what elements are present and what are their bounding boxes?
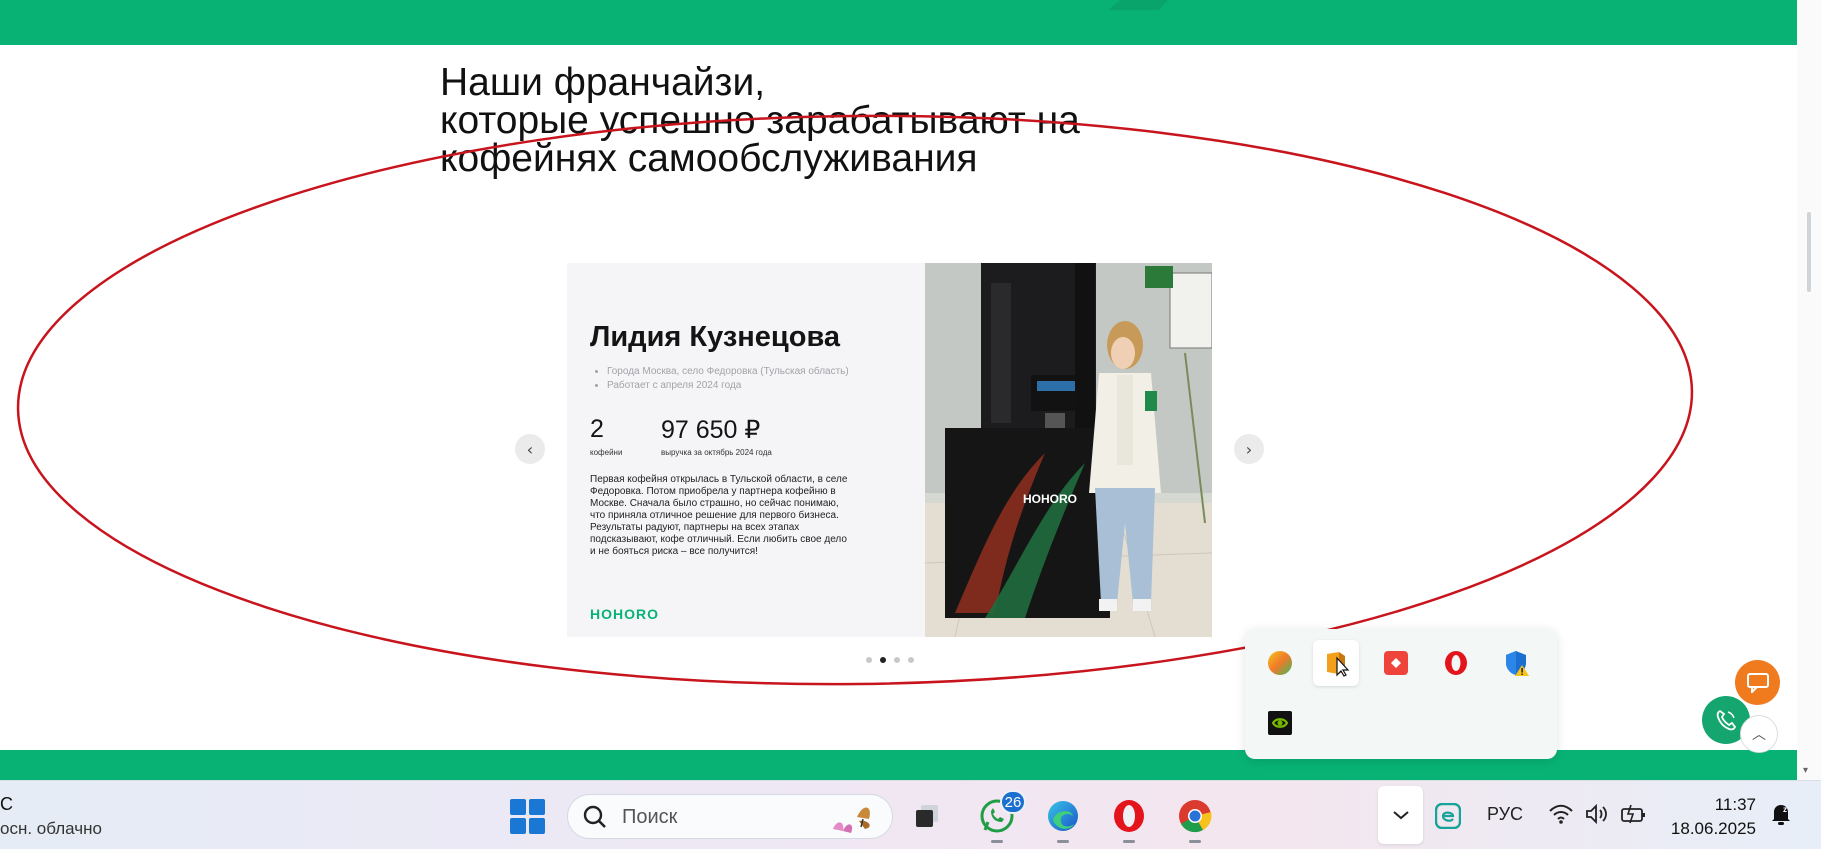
heading-line: которые успешно зарабатывают на	[440, 99, 1080, 142]
heading-line: Наши франчайзи,	[440, 61, 766, 104]
nvidia-icon[interactable]	[1257, 700, 1303, 746]
running-indicator	[991, 840, 1003, 843]
heading-line: кофейнях самообслуживания	[440, 137, 978, 180]
running-indicator	[1189, 840, 1201, 843]
carousel-prev-button[interactable]: ‹	[515, 434, 545, 464]
stat-cafes-value: 2	[590, 415, 604, 443]
detail-item: Работает с апреля 2024 года	[607, 379, 849, 393]
show-hidden-icons-button[interactable]	[1378, 786, 1423, 844]
windows-logo-tile	[510, 799, 526, 815]
carousel-next-button[interactable]: ›	[1234, 434, 1264, 464]
search-icon	[583, 805, 606, 828]
stat-revenue-caption: выручка за октябрь 2024 года	[661, 448, 772, 457]
search-placeholder: Поиск	[622, 806, 678, 828]
tray-overflow-panel	[1245, 629, 1557, 759]
edge-icon	[1048, 801, 1078, 831]
taskbar-opera[interactable]	[1106, 793, 1152, 843]
chevron-left-icon: ‹	[526, 439, 534, 459]
clock-time[interactable]: 11:37	[1700, 795, 1756, 815]
carousel-dot[interactable]	[908, 657, 914, 663]
windows-taskbar: C осн. облачно Поиск 26 РУС 11:37 18.06.…	[0, 780, 1821, 849]
weather-temperature[interactable]: C	[0, 794, 13, 815]
taskbar-search[interactable]: Поиск	[567, 794, 893, 839]
running-indicator	[1057, 840, 1069, 843]
opera-icon	[1114, 800, 1144, 832]
franchisee-details: Города Москва, село Федоровка (Тульская …	[607, 365, 849, 393]
page-scrollbar[interactable]: ▾	[1797, 0, 1821, 780]
windows-logo-tile	[529, 799, 545, 815]
battery-charging-icon[interactable]	[1620, 803, 1648, 829]
chat-button[interactable]	[1735, 660, 1780, 705]
eset-icon[interactable]	[1434, 802, 1462, 833]
franchisee-slide: Лидия Кузнецова Города Москва, село Федо…	[567, 263, 1212, 637]
box-app-icon[interactable]	[1313, 640, 1359, 686]
machine-brand-text: HOHORO	[1023, 492, 1077, 506]
clock-date[interactable]: 18.06.2025	[1670, 819, 1756, 839]
task-view-icon	[916, 805, 938, 827]
site-header-bar	[0, 0, 1797, 45]
franchisee-photo: HOHORO	[925, 263, 1212, 637]
taskbar-chrome[interactable]	[1172, 793, 1218, 843]
chevron-down-icon	[1392, 811, 1409, 820]
chat-icon	[1746, 672, 1769, 693]
header-decoration	[1108, 0, 1168, 10]
franchisee-story: Первая кофейня открылась в Тульской обла…	[590, 474, 848, 557]
notifications-bell-icon[interactable]: z	[1768, 801, 1794, 831]
butterfly-flower-icon	[833, 807, 870, 833]
wifi-icon[interactable]	[1548, 803, 1574, 829]
colorful-circle-app-icon[interactable]	[1257, 640, 1303, 686]
windows-logo-tile	[510, 818, 526, 834]
input-language-indicator[interactable]: РУС	[1487, 804, 1523, 825]
section-heading: Наши франчайзи, которые успешно зарабаты…	[440, 61, 1200, 180]
chrome-icon	[1179, 800, 1212, 833]
anydesk-icon[interactable]	[1373, 640, 1419, 686]
detail-item: Города Москва, село Федоровка (Тульская …	[607, 365, 849, 379]
weather-description[interactable]: осн. облачно	[0, 819, 102, 839]
photo-illustration: HOHORO	[925, 263, 1212, 637]
svg-text:z: z	[1783, 805, 1787, 814]
chevron-right-icon: ›	[1245, 439, 1253, 459]
carousel-dot[interactable]	[894, 657, 900, 663]
notification-badge: 26	[1000, 790, 1026, 814]
carousel-dot[interactable]	[866, 657, 872, 663]
windows-security-warning-icon[interactable]	[1493, 640, 1539, 686]
brand-logo: HOHORO	[590, 606, 659, 622]
stat-revenue-value: 97 650 ₽	[661, 416, 761, 444]
slide-text-panel: Лидия Кузнецова Города Москва, село Федо…	[567, 263, 925, 637]
running-indicator	[1123, 840, 1135, 843]
volume-icon[interactable]	[1584, 803, 1610, 829]
scroll-to-top-button[interactable]: ︿	[1740, 715, 1778, 753]
scrollbar-thumb[interactable]	[1807, 212, 1811, 292]
taskbar-task-view[interactable]	[904, 793, 950, 839]
stat-cafes-caption: кофейни	[590, 448, 623, 457]
chevron-up-icon: ︿	[1752, 727, 1766, 743]
franchisee-name: Лидия Кузнецова	[590, 321, 841, 353]
taskbar-edge[interactable]	[1040, 793, 1086, 843]
windows-logo-tile	[529, 818, 545, 834]
start-button[interactable]	[510, 799, 545, 834]
carousel-pagination	[866, 657, 914, 663]
scroll-down-icon[interactable]: ▾	[1803, 765, 1808, 776]
opera-icon[interactable]	[1433, 640, 1479, 686]
taskbar-whatsapp[interactable]: 26	[974, 790, 1026, 843]
phone-icon	[1716, 709, 1737, 731]
carousel-dot-active[interactable]	[880, 657, 886, 663]
